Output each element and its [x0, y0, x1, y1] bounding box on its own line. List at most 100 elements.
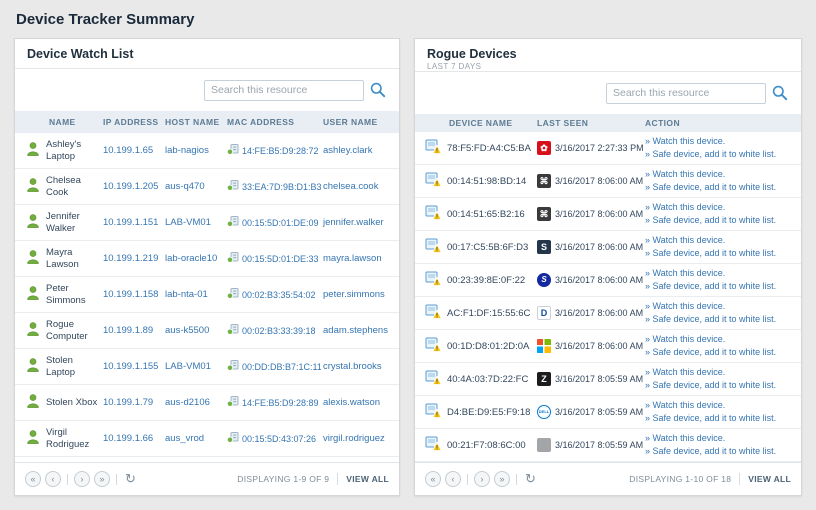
safe-device-link[interactable]: » Safe device, add it to white list.	[645, 346, 791, 360]
rogue-device-mac: 40:4A:03:7D:22:FC	[447, 374, 528, 385]
host-name-link[interactable]: lab-oracle10	[165, 253, 217, 264]
mac-address-link[interactable]: 00:02:B3:33:39:18	[242, 326, 316, 336]
watch-device-link[interactable]: » Watch this device.	[645, 135, 791, 149]
column-header-last-seen: LAST SEEN	[535, 118, 643, 128]
device-name-text: Stolen Xbox	[46, 397, 97, 409]
safe-device-link[interactable]: » Safe device, add it to white list.	[645, 247, 791, 261]
watch-device-link[interactable]: » Watch this device.	[645, 234, 791, 248]
next-page-button[interactable]: ›	[74, 471, 90, 487]
watch-list-row: Mayra Lawson 10.199.1.219 lab-oracle10 0…	[15, 241, 399, 277]
ip-address-link[interactable]: 10.199.1.66	[103, 433, 153, 444]
ip-address-link[interactable]: 10.199.1.79	[103, 397, 153, 408]
host-name-link[interactable]: LAB-VM01	[165, 361, 211, 372]
mac-address-link[interactable]: 33:EA:7D:9B:D1:B3	[242, 182, 321, 192]
user-name-link[interactable]: crystal.brooks	[323, 361, 382, 372]
mac-address-link[interactable]: 00:15:5D:43:07:26	[242, 434, 316, 444]
mac-address-link[interactable]: 14:FE:B5:D9:28:72	[242, 146, 319, 156]
rogue-device-mac: 00:14:51:65:B2:16	[447, 209, 525, 220]
last-seen-timestamp: 3/16/2017 8:06:00 AM	[555, 341, 643, 351]
last-page-button[interactable]: »	[494, 471, 510, 487]
search-input[interactable]	[204, 80, 364, 101]
safe-device-link[interactable]: » Safe device, add it to white list.	[645, 379, 791, 393]
watch-device-link[interactable]: » Watch this device.	[645, 333, 791, 347]
safe-device-link[interactable]: » Safe device, add it to white list.	[645, 280, 791, 294]
watch-list-row: Chelsea Cook 10.199.1.205 aus-q470 33:EA…	[15, 169, 399, 205]
pager-separator	[116, 474, 117, 485]
last-seen-timestamp: 3/16/2017 8:06:00 AM	[555, 209, 643, 219]
watch-device-link[interactable]: » Watch this device.	[645, 168, 791, 182]
device-name-text: Virgil Rodriguez	[46, 427, 99, 451]
last-seen-timestamp: 3/16/2017 8:06:00 AM	[555, 275, 643, 285]
user-name-link[interactable]: adam.stephens	[323, 325, 388, 336]
host-name-link[interactable]: LAB-VM01	[165, 217, 211, 228]
ip-address-link[interactable]: 10.199.1.89	[103, 325, 153, 336]
user-name-link[interactable]: peter.simmons	[323, 289, 385, 300]
mac-address-link[interactable]: 00:15:5D:01:DE:09	[242, 218, 319, 228]
search-input[interactable]	[606, 83, 766, 104]
first-page-button[interactable]: «	[25, 471, 41, 487]
watch-device-link[interactable]: » Watch this device.	[645, 399, 791, 413]
watch-list-table-body: Ashley's Laptop 10.199.1.65 lab-nagios 1…	[15, 133, 399, 457]
ip-address-link[interactable]: 10.199.1.205	[103, 181, 158, 192]
refresh-icon[interactable]: ↻	[525, 471, 536, 487]
ip-address-link[interactable]: 10.199.1.158	[103, 289, 158, 300]
safe-device-link[interactable]: » Safe device, add it to white list.	[645, 313, 791, 327]
safe-device-link[interactable]: » Safe device, add it to white list.	[645, 148, 791, 162]
svg-text:!: !	[436, 346, 438, 352]
search-icon[interactable]	[369, 81, 387, 99]
column-header-mac: MAC ADDRESS	[225, 117, 321, 127]
watch-device-link[interactable]: » Watch this device.	[645, 432, 791, 446]
safe-device-link[interactable]: » Safe device, add it to white list.	[645, 445, 791, 459]
switch-port-icon	[227, 251, 239, 266]
host-name-link[interactable]: aus-k5500	[165, 325, 209, 336]
user-name-link[interactable]: alexis.watson	[323, 397, 380, 408]
view-all-link[interactable]: VIEW ALL	[346, 474, 389, 484]
rogue-device-row: ! 78:F5:FD:A4:C5:BA ✿ 3/16/2017 2:27:33 …	[415, 132, 801, 165]
huawei-logo: ✿	[537, 141, 551, 155]
watch-device-link[interactable]: » Watch this device.	[645, 300, 791, 314]
first-page-button[interactable]: «	[425, 471, 441, 487]
safe-device-link[interactable]: » Safe device, add it to white list.	[645, 214, 791, 228]
user-name-link[interactable]: jennifer.walker	[323, 217, 384, 228]
user-name-link[interactable]: mayra.lawson	[323, 253, 382, 264]
rogue-device-mac: D4:BE:D9:E5:F9:18	[447, 407, 530, 418]
ip-address-link[interactable]: 10.199.1.151	[103, 217, 158, 228]
user-name-link[interactable]: ashley.clark	[323, 145, 372, 156]
host-name-link[interactable]: aus-d2106	[165, 397, 210, 408]
safe-device-link[interactable]: » Safe device, add it to white list.	[645, 412, 791, 426]
ip-address-link[interactable]: 10.199.1.219	[103, 253, 158, 264]
watch-device-link[interactable]: » Watch this device.	[645, 201, 791, 215]
prev-page-button[interactable]: ‹	[45, 471, 61, 487]
host-name-link[interactable]: lab-nta-01	[165, 289, 208, 300]
mac-address-link[interactable]: 00:15:5D:01:DE:33	[242, 254, 319, 264]
watch-device-link[interactable]: » Watch this device.	[645, 366, 791, 380]
column-header-action: ACTION	[643, 118, 793, 128]
switch-port-icon	[227, 143, 239, 158]
view-all-link[interactable]: VIEW ALL	[748, 474, 791, 484]
ip-address-link[interactable]: 10.199.1.65	[103, 145, 153, 156]
host-name-link[interactable]: aus-q470	[165, 181, 205, 192]
user-name-link[interactable]: virgil.rodriguez	[323, 433, 385, 444]
mac-address-link[interactable]: 00:DD:DB:B7:1C:11	[242, 362, 321, 372]
next-page-button[interactable]: ›	[474, 471, 490, 487]
mac-address-link[interactable]: 00:02:B3:35:54:02	[242, 290, 316, 300]
watch-device-link[interactable]: » Watch this device.	[645, 267, 791, 281]
last-page-button[interactable]: »	[94, 471, 110, 487]
rogue-device-warning-icon: !	[425, 304, 442, 323]
user-name-link[interactable]: chelsea.cook	[323, 181, 378, 192]
safe-device-link[interactable]: » Safe device, add it to white list.	[645, 181, 791, 195]
switch-port-icon	[227, 215, 239, 230]
rogue-devices-column-headers: DEVICE NAME LAST SEEN ACTION	[415, 114, 801, 132]
rogue-device-warning-icon: !	[425, 271, 442, 290]
ip-address-link[interactable]: 10.199.1.155	[103, 361, 158, 372]
host-name-link[interactable]: lab-nagios	[165, 145, 209, 156]
prev-page-button[interactable]: ‹	[445, 471, 461, 487]
refresh-icon[interactable]: ↻	[125, 471, 136, 487]
search-icon[interactable]	[771, 84, 789, 102]
watch-list-row: Stolen Xbox 10.199.1.79 aus-d2106 14:FE:…	[15, 385, 399, 421]
column-header-host: HOST NAME	[163, 117, 225, 127]
host-name-link[interactable]: aus_vrod	[165, 433, 204, 444]
mac-address-link[interactable]: 14:FE:B5:D9:28:89	[242, 398, 319, 408]
microsoft-logo	[537, 339, 551, 353]
watch-list-footer: « ‹ › » ↻ DISPLAYING 1-9 OF 9 VIEW ALL	[15, 462, 399, 495]
